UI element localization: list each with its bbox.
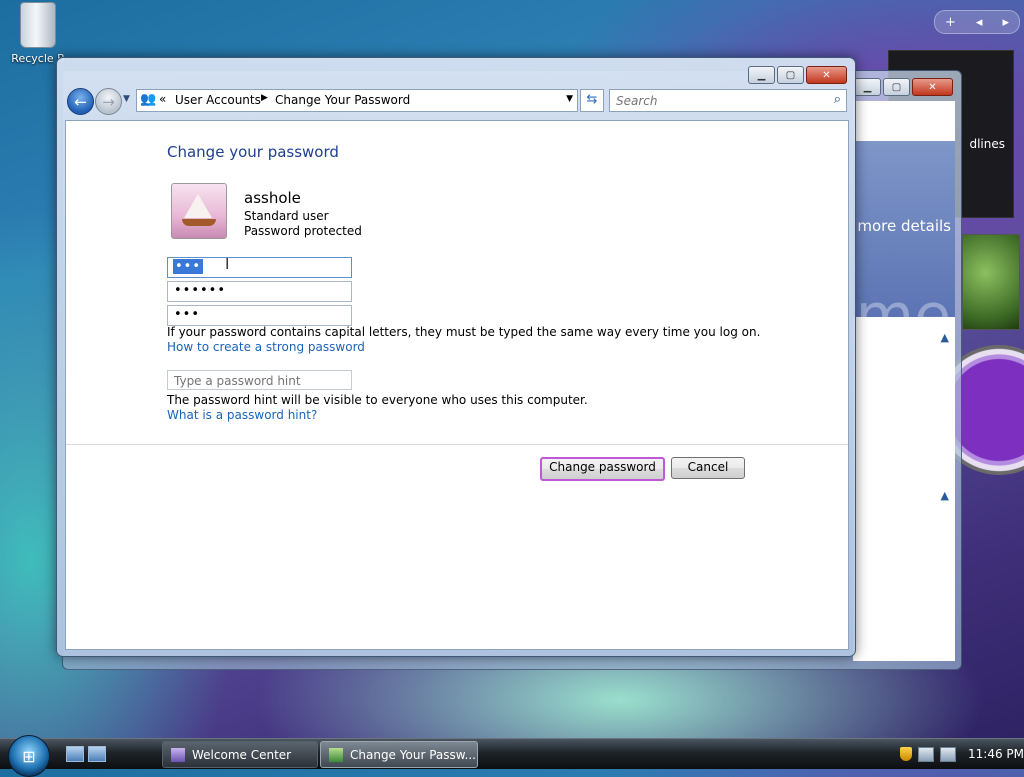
breadcrumb-change-your-password[interactable]: Change Your Password <box>275 93 410 107</box>
navigation-bar: ← → ▼ 👥 « User Accounts ▶ Change Your Pa… <box>65 86 847 116</box>
capital-letters-note: If your password contains capital letter… <box>167 325 761 339</box>
recent-pages-dropdown[interactable]: ▼ <box>123 94 130 104</box>
change-password-window[interactable]: ▁ ▢ ✕ ← → ▼ 👥 « User Accounts ▶ Change Y… <box>56 57 856 657</box>
taskbar: ⊞ Welcome Center Change Your Passw... 11… <box>0 735 1024 777</box>
strong-password-link[interactable]: How to create a strong password <box>167 340 365 354</box>
user-picture <box>171 183 227 239</box>
sailboat-image <box>184 194 212 218</box>
password-hint-input[interactable] <box>172 372 352 390</box>
breadcrumb-overflow-icon[interactable]: « <box>159 92 166 106</box>
user-accounts-icon: 👥 <box>140 92 157 107</box>
taskbar-button-label: Change Your Passw... <box>350 747 476 762</box>
maximize-button[interactable]: ▢ <box>883 78 910 96</box>
address-bar[interactable]: 👥 « User Accounts ▶ Change Your Password… <box>136 89 578 112</box>
user-name: asshole <box>244 189 301 207</box>
window-controls: ▁ ▢ ✕ <box>854 78 953 96</box>
minimize-button[interactable]: ▁ <box>854 78 881 96</box>
change-password-button[interactable]: Change password <box>540 457 665 481</box>
welcome-title-fragment: me <box>855 281 951 351</box>
password-hint-help-link[interactable]: What is a password hint? <box>167 408 317 422</box>
new-password-value: •••••• <box>174 283 227 298</box>
next-gadget-icon[interactable]: ▸ <box>1002 15 1009 30</box>
taskbar-button-welcome-center[interactable]: Welcome Center <box>162 741 318 768</box>
breadcrumb-separator-icon[interactable]: ▶ <box>261 93 268 103</box>
more-details-link[interactable]: more details <box>857 217 951 235</box>
windows-orb-icon: ⊞ <box>22 746 36 766</box>
password-hint-box[interactable] <box>167 370 352 390</box>
new-password-field[interactable]: •••••• <box>167 281 352 302</box>
volume-icon[interactable] <box>940 746 956 762</box>
network-icon[interactable] <box>918 746 934 762</box>
current-password-value: ••• <box>173 259 204 274</box>
hint-visibility-note: The password hint will be visible to eve… <box>167 393 588 407</box>
page-title: Change your password <box>167 143 339 161</box>
add-gadget-icon[interactable]: + <box>945 15 956 30</box>
forward-button[interactable]: → <box>95 88 122 115</box>
welcome-banner: more details me <box>853 141 955 351</box>
notification-area: 11:46 PM <box>874 739 1024 769</box>
taskbar-button-change-password[interactable]: Change Your Passw... <box>320 741 478 768</box>
refresh-button[interactable]: ⇆ <box>580 89 604 112</box>
collapse-chevron-icon[interactable]: ▲ <box>941 489 949 502</box>
gadget-headlines-label: dlines <box>969 137 1005 151</box>
confirm-password-value: ••• <box>174 307 201 322</box>
forward-arrow-icon: → <box>102 92 115 111</box>
search-box[interactable]: ⌕ <box>609 89 847 112</box>
maximize-button[interactable]: ▢ <box>777 66 804 84</box>
address-dropdown-icon[interactable]: ▼ <box>566 94 573 104</box>
recycle-bin[interactable]: Recycle B <box>6 2 70 65</box>
recycle-bin-icon <box>20 2 56 48</box>
content-pane: Change your password asshole Standard us… <box>65 120 849 650</box>
collapse-chevron-icon[interactable]: ▲ <box>941 331 949 344</box>
text-cursor-icon: I <box>225 255 230 273</box>
user-accounts-icon <box>329 747 343 762</box>
security-shield-icon[interactable] <box>900 747 912 761</box>
close-button[interactable]: ✕ <box>912 78 953 96</box>
minimize-button[interactable]: ▁ <box>748 66 775 84</box>
current-password-field[interactable]: ••• <box>167 257 352 278</box>
show-desktop-icon[interactable] <box>66 746 84 762</box>
breadcrumb-user-accounts[interactable]: User Accounts <box>175 93 261 107</box>
slideshow-gadget[interactable] <box>962 234 1020 330</box>
switch-windows-icon[interactable] <box>88 746 106 762</box>
search-input[interactable] <box>614 91 818 111</box>
divider <box>66 444 848 445</box>
welcome-center-content: more details me ▲ ▲ <box>853 101 955 661</box>
search-icon[interactable]: ⌕ <box>834 92 841 107</box>
sidebar-controls[interactable]: + ◂ ▸ <box>934 10 1020 34</box>
start-button[interactable]: ⊞ <box>8 735 50 777</box>
prev-gadget-icon[interactable]: ◂ <box>976 15 983 30</box>
window-controls: ▁ ▢ ✕ <box>748 66 847 84</box>
back-button[interactable]: ← <box>67 88 94 115</box>
clock[interactable]: 11:46 PM <box>968 747 1024 761</box>
taskbar-button-label: Welcome Center <box>192 747 292 762</box>
sailboat-hull <box>182 219 216 226</box>
user-account-type: Standard user <box>244 209 329 223</box>
user-password-status: Password protected <box>244 224 362 238</box>
cancel-button[interactable]: Cancel <box>671 457 745 479</box>
back-arrow-icon: ← <box>74 92 87 111</box>
refresh-icon: ⇆ <box>586 92 598 107</box>
welcome-center-icon <box>171 747 185 762</box>
close-button[interactable]: ✕ <box>806 66 847 84</box>
confirm-password-field[interactable]: ••• <box>167 305 352 326</box>
